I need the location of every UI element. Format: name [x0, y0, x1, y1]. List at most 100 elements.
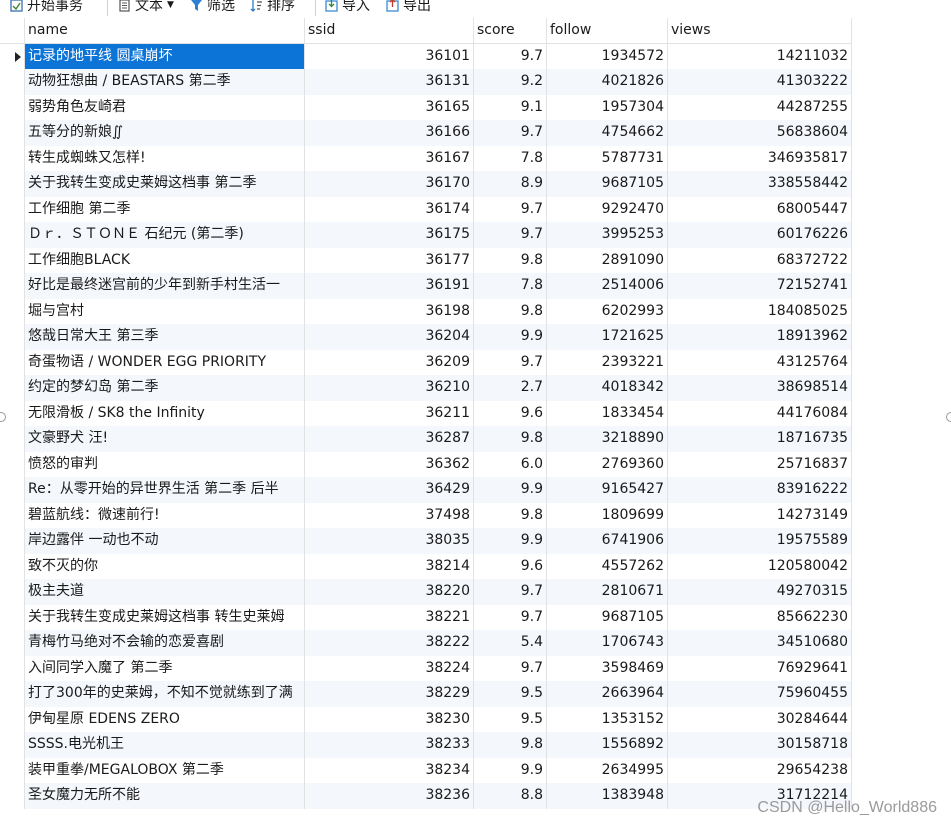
cell-views[interactable]: 43125764 — [667, 349, 852, 375]
export-button[interactable]: 导出 — [386, 0, 431, 16]
cell-name[interactable]: 愤怒的审判 — [24, 451, 305, 477]
column-header-follow[interactable]: follow — [546, 18, 668, 44]
cell-name[interactable]: 弱势角色友崎君 — [24, 94, 305, 120]
row-indicator[interactable] — [0, 222, 25, 248]
cell-ssid[interactable]: 38221 — [304, 604, 474, 630]
cell-ssid[interactable]: 36362 — [304, 451, 474, 477]
row-indicator[interactable] — [0, 757, 25, 783]
table-row[interactable]: 约定的梦幻岛 第二季 36210 2.7 4018342 38698514 — [0, 375, 852, 401]
cell-score[interactable]: 8.8 — [473, 783, 547, 809]
row-indicator[interactable] — [0, 196, 25, 222]
cell-follow[interactable]: 1556892 — [546, 732, 668, 758]
cell-ssid[interactable]: 38214 — [304, 553, 474, 579]
cell-ssid[interactable]: 38220 — [304, 579, 474, 605]
table-row[interactable]: 好比是最终迷宫前的少年到新手村生活一 36191 7.8 2514006 7215274… — [0, 273, 852, 299]
cell-views[interactable]: 72152741 — [667, 273, 852, 299]
cell-follow[interactable]: 2769360 — [546, 451, 668, 477]
cell-follow[interactable]: 2514006 — [546, 273, 668, 299]
row-indicator[interactable] — [0, 298, 25, 324]
table-row[interactable]: 弱势角色友崎君 36165 9.1 1957304 44287255 — [0, 94, 852, 120]
cell-follow[interactable]: 1383948 — [546, 783, 668, 809]
row-indicator[interactable] — [0, 69, 25, 95]
cell-follow[interactable]: 1809699 — [546, 502, 668, 528]
table-row[interactable]: 致不灭的你 38214 9.6 4557262 120580042 — [0, 553, 852, 579]
cell-follow[interactable]: 6202993 — [546, 298, 668, 324]
cell-ssid[interactable]: 38229 — [304, 681, 474, 707]
cell-ssid[interactable]: 36166 — [304, 120, 474, 146]
cell-name[interactable]: 好比是最终迷宫前的少年到新手村生活一 — [24, 273, 305, 299]
cell-name[interactable]: SSSS.电光机王 — [24, 732, 305, 758]
cell-score[interactable]: 9.9 — [473, 528, 547, 554]
cell-views[interactable]: 29654238 — [667, 757, 852, 783]
cell-name[interactable]: 关于我转生变成史莱姆这档事 转生史莱姆 — [24, 604, 305, 630]
table-row[interactable]: 堀与宫村 36198 9.8 6202993 184085025 — [0, 298, 852, 324]
column-header-score[interactable]: score — [473, 18, 547, 44]
cell-name[interactable]: 记录的地平线 圆桌崩坏 — [24, 43, 305, 69]
cell-follow[interactable]: 3218890 — [546, 426, 668, 452]
cell-score[interactable]: 9.8 — [473, 732, 547, 758]
begin-transaction-button[interactable]: 开始事务 — [10, 0, 83, 16]
cell-follow[interactable]: 1833454 — [546, 400, 668, 426]
cell-views[interactable]: 38698514 — [667, 375, 852, 401]
cell-follow[interactable]: 1957304 — [546, 94, 668, 120]
cell-score[interactable]: 7.8 — [473, 273, 547, 299]
cell-follow[interactable]: 2891090 — [546, 247, 668, 273]
table-row[interactable]: 奇蛋物语 / WONDER EGG PRIORITY 36209 9.7 239322… — [0, 349, 852, 375]
cell-name[interactable]: 极主夫道 — [24, 579, 305, 605]
cell-ssid[interactable]: 36167 — [304, 145, 474, 171]
cell-views[interactable]: 184085025 — [667, 298, 852, 324]
cell-follow[interactable]: 9687105 — [546, 171, 668, 197]
cell-ssid[interactable]: 38035 — [304, 528, 474, 554]
cell-views[interactable]: 14211032 — [667, 43, 852, 69]
import-button[interactable]: 导入 — [325, 0, 370, 16]
cell-score[interactable]: 9.5 — [473, 706, 547, 732]
cell-name[interactable]: 奇蛋物语 / WONDER EGG PRIORITY — [24, 349, 305, 375]
cell-score[interactable]: 9.7 — [473, 43, 547, 69]
row-indicator[interactable] — [0, 630, 25, 656]
cell-ssid[interactable]: 36191 — [304, 273, 474, 299]
cell-name[interactable]: 入间同学入魔了 第二季 — [24, 655, 305, 681]
cell-score[interactable]: 9.7 — [473, 579, 547, 605]
cell-score[interactable]: 9.6 — [473, 553, 547, 579]
table-row[interactable]: Re：从零开始的异世界生活 第二季 后半 36429 9.9 9165427 83916… — [0, 477, 852, 503]
cell-ssid[interactable]: 36165 — [304, 94, 474, 120]
table-row[interactable]: 工作细胞BLACK 36177 9.8 2891090 68372722 — [0, 247, 852, 273]
cell-views[interactable]: 44287255 — [667, 94, 852, 120]
row-indicator[interactable] — [0, 477, 25, 503]
cell-score[interactable]: 9.5 — [473, 681, 547, 707]
row-indicator[interactable] — [0, 426, 25, 452]
row-indicator[interactable] — [0, 579, 25, 605]
cell-views[interactable]: 14273149 — [667, 502, 852, 528]
cell-views[interactable]: 19575589 — [667, 528, 852, 554]
row-indicator[interactable] — [0, 171, 25, 197]
cell-views[interactable]: 346935817 — [667, 145, 852, 171]
table-row[interactable]: 悠哉日常大王 第三季 36204 9.9 1721625 18913962 — [0, 324, 852, 350]
cell-ssid[interactable]: 38230 — [304, 706, 474, 732]
cell-views[interactable]: 76929641 — [667, 655, 852, 681]
cell-ssid[interactable]: 38222 — [304, 630, 474, 656]
cell-score[interactable]: 5.4 — [473, 630, 547, 656]
cell-follow[interactable]: 2810671 — [546, 579, 668, 605]
table-row[interactable]: 五等分的新娘∬ 36166 9.7 4754662 56838604 — [0, 120, 852, 146]
cell-name[interactable]: 致不灭的你 — [24, 553, 305, 579]
cell-score[interactable]: 9.7 — [473, 196, 547, 222]
cell-ssid[interactable]: 38224 — [304, 655, 474, 681]
row-indicator[interactable] — [0, 502, 25, 528]
row-indicator[interactable] — [0, 604, 25, 630]
cell-views[interactable]: 30284644 — [667, 706, 852, 732]
row-indicator[interactable] — [0, 349, 25, 375]
cell-ssid[interactable]: 37498 — [304, 502, 474, 528]
row-indicator[interactable] — [0, 273, 25, 299]
row-indicator[interactable] — [0, 783, 25, 809]
cell-views[interactable]: 338558442 — [667, 171, 852, 197]
row-indicator[interactable] — [0, 451, 25, 477]
row-indicator[interactable] — [0, 43, 25, 69]
cell-follow[interactable]: 6741906 — [546, 528, 668, 554]
cell-name[interactable]: Ｄｒ．ＳＴＯＮＥ 石纪元 (第二季) — [24, 222, 305, 248]
cell-score[interactable]: 9.7 — [473, 349, 547, 375]
cell-score[interactable]: 9.9 — [473, 324, 547, 350]
cell-ssid[interactable]: 36174 — [304, 196, 474, 222]
table-row[interactable]: 打了300年的史莱姆，不知不觉就练到了满 38229 9.5 2663964 75960… — [0, 681, 852, 707]
cell-ssid[interactable]: 36209 — [304, 349, 474, 375]
table-row[interactable]: 岸边露伴 一动也不动 38035 9.9 6741906 19575589 — [0, 528, 852, 554]
